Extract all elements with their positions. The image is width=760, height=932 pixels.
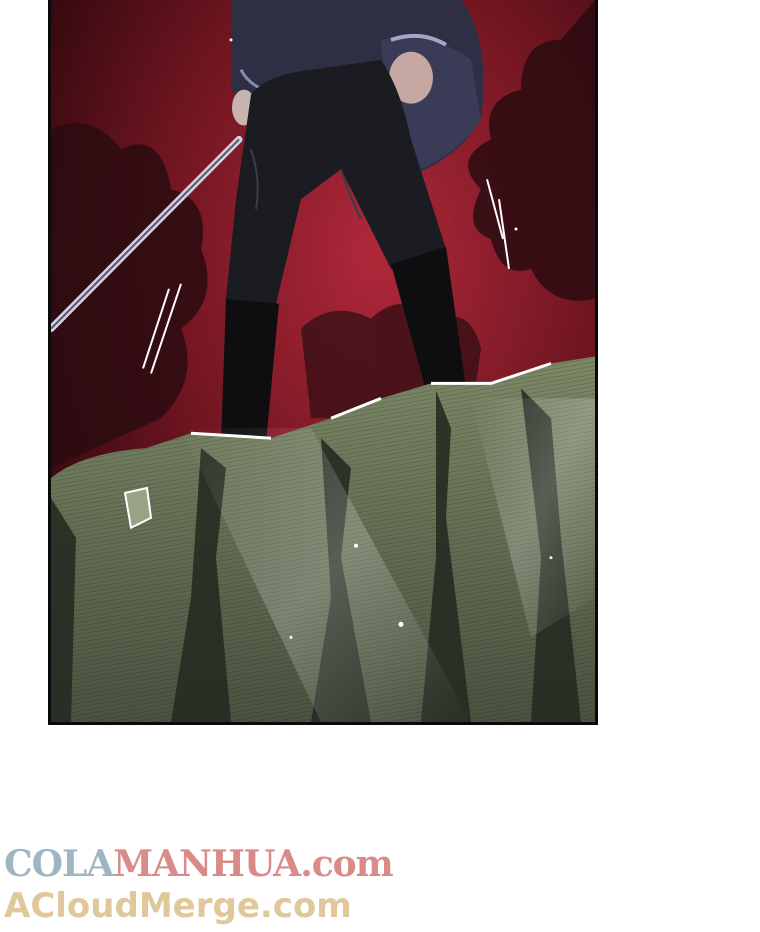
watermark-cola-text: COLA <box>4 843 114 885</box>
watermark-colamanhua: COLAMANHUA.com <box>4 842 394 886</box>
comic-panel <box>48 0 598 725</box>
comic-panel-artwork <box>51 0 595 722</box>
watermark-com-text: .com <box>300 843 394 885</box>
watermark-manhua-text: MANHUA <box>113 843 301 885</box>
watermark-acloudmerge: ACloudMerge.com <box>4 886 352 926</box>
watermark: COLAMANHUA.com ACloudMerge.com <box>4 842 424 932</box>
